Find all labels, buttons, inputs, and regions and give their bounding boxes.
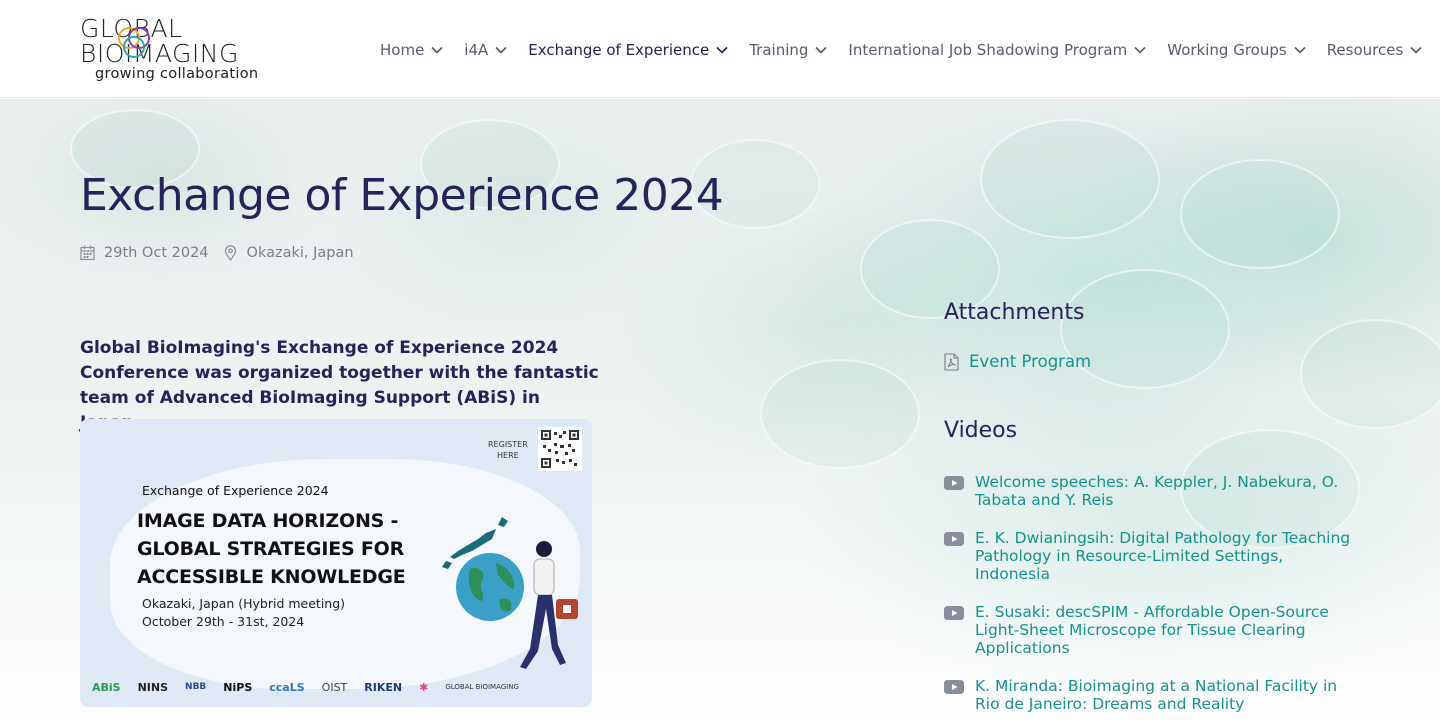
cell-blob xyxy=(1180,159,1340,269)
nav-label: Resources xyxy=(1326,41,1404,59)
logo-ccals: ccaLS xyxy=(269,680,305,694)
poster-headline-3: ACCESSIBLE KNOWLEDGE xyxy=(137,566,406,588)
poster-register: REGISTER HERE xyxy=(488,439,528,461)
nav-label: Training xyxy=(749,41,809,59)
nav-label: Home xyxy=(380,41,425,59)
poster-headline-2: GLOBAL STRATEGIES FOR xyxy=(137,538,405,560)
cell-blob xyxy=(760,359,920,469)
logo-nips: NiPS xyxy=(223,680,253,694)
nav-i4a[interactable]: i4A xyxy=(464,41,508,59)
video-play-icon xyxy=(944,476,964,490)
video-link[interactable]: K. Miranda: Bioimaging at a National Fac… xyxy=(944,677,1354,713)
poster-venue: Okazaki, Japan (Hybrid meeting) October … xyxy=(142,595,345,631)
cell-blob xyxy=(980,119,1160,239)
poster-subtitle: Exchange of Experience 2024 xyxy=(142,483,329,498)
event-poster-image: Exchange of Experience 2024 IMAGE DATA H… xyxy=(80,419,592,707)
site-logo[interactable]: GLOBAL BIOIMAGING growing collaboration xyxy=(80,16,312,84)
logo-nbb: NBB xyxy=(185,682,207,692)
nav-label: i4A xyxy=(464,41,489,59)
chevron-down-icon xyxy=(1294,46,1306,54)
video-link[interactable]: Welcome speeches: A. Keppler, J. Nabekur… xyxy=(944,473,1354,509)
logo-asterisk: ✱ xyxy=(419,680,429,694)
poster-register-line1: REGISTER xyxy=(488,440,528,449)
nav-home[interactable]: Home xyxy=(380,41,444,59)
chevron-down-icon xyxy=(1134,46,1146,54)
nav-label: Exchange of Experience xyxy=(528,41,710,59)
qr-code-icon xyxy=(538,427,582,471)
poster-register-line2: HERE xyxy=(497,451,519,460)
event-date: 29th Oct 2024 xyxy=(104,245,209,261)
attachment-link-event-program[interactable]: Event Program xyxy=(944,352,1091,371)
logo-riken: RIKEN xyxy=(364,680,403,694)
map-pin-icon xyxy=(224,245,236,261)
main-nav: Home i4A Exchange of Experience Training… xyxy=(380,38,1440,62)
logo-tagline: growing collaboration xyxy=(95,66,259,82)
nav-label: International Job Shadowing Program xyxy=(848,41,1128,59)
poster-headline: IMAGE DATA HORIZONS - GLOBAL STRATEGIES … xyxy=(137,507,406,591)
cell-blob xyxy=(1300,319,1440,429)
site-header: GLOBAL BIOIMAGING growing collaboration … xyxy=(0,0,1440,98)
logo-oist: OIST xyxy=(321,680,348,694)
cell-blob xyxy=(1060,269,1230,389)
poster-dates: October 29th - 31st, 2024 xyxy=(142,614,305,629)
logo-global-bioimaging: GLOBAL BIOIMAGING xyxy=(445,683,519,691)
attachment-label: Event Program xyxy=(969,352,1092,371)
chevron-down-icon xyxy=(716,46,728,54)
chevron-down-icon xyxy=(431,46,443,54)
videos-heading: Videos xyxy=(944,418,1018,443)
pdf-file-icon xyxy=(944,352,959,371)
poster-partner-logos: ABiS NINS NBB NiPS ccaLS OIST RIKEN ✱ GL… xyxy=(80,667,592,707)
nav-working-groups[interactable]: Working Groups xyxy=(1167,41,1306,59)
logo-nins: NINS xyxy=(137,680,169,694)
video-title: E. K. Dwianingsih: Digital Pathology for… xyxy=(975,529,1351,583)
logo-abis: ABiS xyxy=(92,680,121,694)
chevron-down-icon xyxy=(1410,46,1422,54)
chevron-down-icon xyxy=(815,46,827,54)
poster-headline-1: IMAGE DATA HORIZONS - xyxy=(137,510,399,532)
traveler-illustration-icon xyxy=(520,541,578,669)
video-play-icon xyxy=(944,606,964,620)
video-title: Welcome speeches: A. Keppler, J. Nabekur… xyxy=(975,473,1339,509)
nav-label: Working Groups xyxy=(1167,41,1287,59)
video-title: E. Susaki: descSPIM - Affordable Open-So… xyxy=(975,603,1329,657)
nav-exchange-of-experience[interactable]: Exchange of Experience xyxy=(528,41,729,59)
chevron-down-icon xyxy=(495,46,507,54)
logo-rings-icon xyxy=(118,27,150,58)
calendar-icon xyxy=(80,245,95,261)
video-play-icon xyxy=(944,680,964,694)
video-title: K. Miranda: Bioimaging at a National Fac… xyxy=(975,677,1338,713)
event-meta: 29th Oct 2024 Okazaki, Japan xyxy=(80,245,354,261)
page-title: Exchange of Experience 2024 xyxy=(80,170,724,221)
nav-job-shadowing[interactable]: International Job Shadowing Program xyxy=(848,41,1147,59)
nav-resources[interactable]: Resources xyxy=(1327,41,1424,59)
event-location: Okazaki, Japan xyxy=(246,245,354,261)
video-play-icon xyxy=(944,532,964,546)
video-link[interactable]: E. Susaki: descSPIM - Affordable Open-So… xyxy=(944,603,1354,657)
poster-place: Okazaki, Japan (Hybrid meeting) xyxy=(142,596,346,611)
attachments-heading: Attachments xyxy=(944,300,1085,325)
video-link[interactable]: E. K. Dwianingsih: Digital Pathology for… xyxy=(944,529,1354,583)
nav-training[interactable]: Training xyxy=(749,41,828,59)
